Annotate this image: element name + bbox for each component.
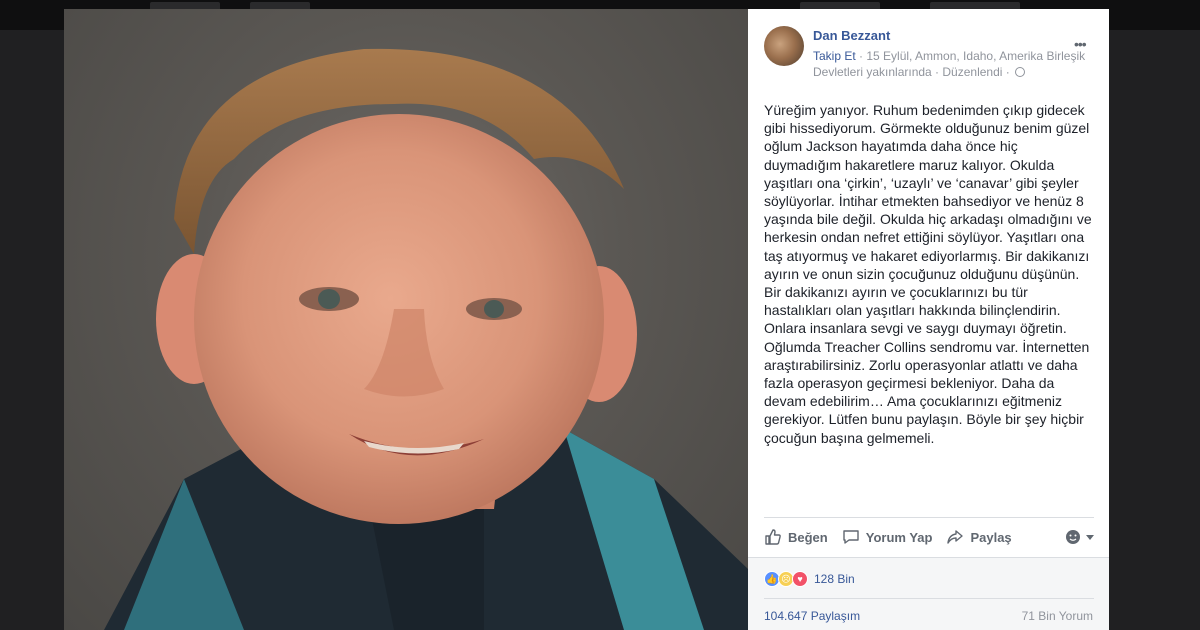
post-meta: Takip Et · 15 Eylül, Ammon, Idaho, Ameri…	[813, 48, 1093, 80]
share-count[interactable]: 104.647 Paylaşım	[764, 609, 860, 623]
like-label: Beğen	[788, 529, 828, 545]
post-stats: 👍 ☹ ♥ 128 Bin 104.647 Paylaşım 71 Bin Yo…	[748, 557, 1109, 630]
post-body: Yüreğim yanıyor. Ruhum bedenimden çıkıp …	[764, 102, 1092, 446]
post-actions: Beğen Yorum Yap Paylaş	[764, 518, 1094, 556]
reaction-count[interactable]: 128 Bin	[814, 572, 855, 586]
love-icon: ♥	[792, 571, 808, 587]
like-button[interactable]: Beğen	[764, 528, 828, 546]
author-name[interactable]: Dan Bezzant	[813, 28, 890, 43]
photo-illustration	[104, 48, 748, 630]
thumbs-up-icon	[765, 529, 781, 545]
emoji-picker-icon	[1066, 530, 1080, 544]
author-avatar[interactable]	[764, 26, 804, 66]
reactions-summary[interactable]: 👍 ☹ ♥ 128 Bin	[764, 571, 855, 587]
post-panel: Dan Bezzant ••• Takip Et · 15 Eylül, Amm…	[748, 9, 1109, 630]
comment-button[interactable]: Yorum Yap	[842, 528, 933, 546]
post-photo[interactable]	[64, 9, 748, 630]
globe-icon	[1015, 67, 1026, 77]
follow-link[interactable]: Takip Et	[813, 49, 856, 63]
comment-count[interactable]: 71 Bin Yorum	[1022, 609, 1093, 623]
chevron-down-icon	[1086, 534, 1094, 540]
share-icon	[947, 530, 964, 544]
comment-label: Yorum Yap	[865, 529, 933, 545]
divider	[764, 598, 1094, 599]
emoji-picker-button[interactable]	[1064, 528, 1094, 546]
share-button[interactable]: Paylaş	[946, 528, 1012, 546]
share-label: Paylaş	[970, 529, 1012, 545]
comment-icon	[843, 530, 859, 544]
